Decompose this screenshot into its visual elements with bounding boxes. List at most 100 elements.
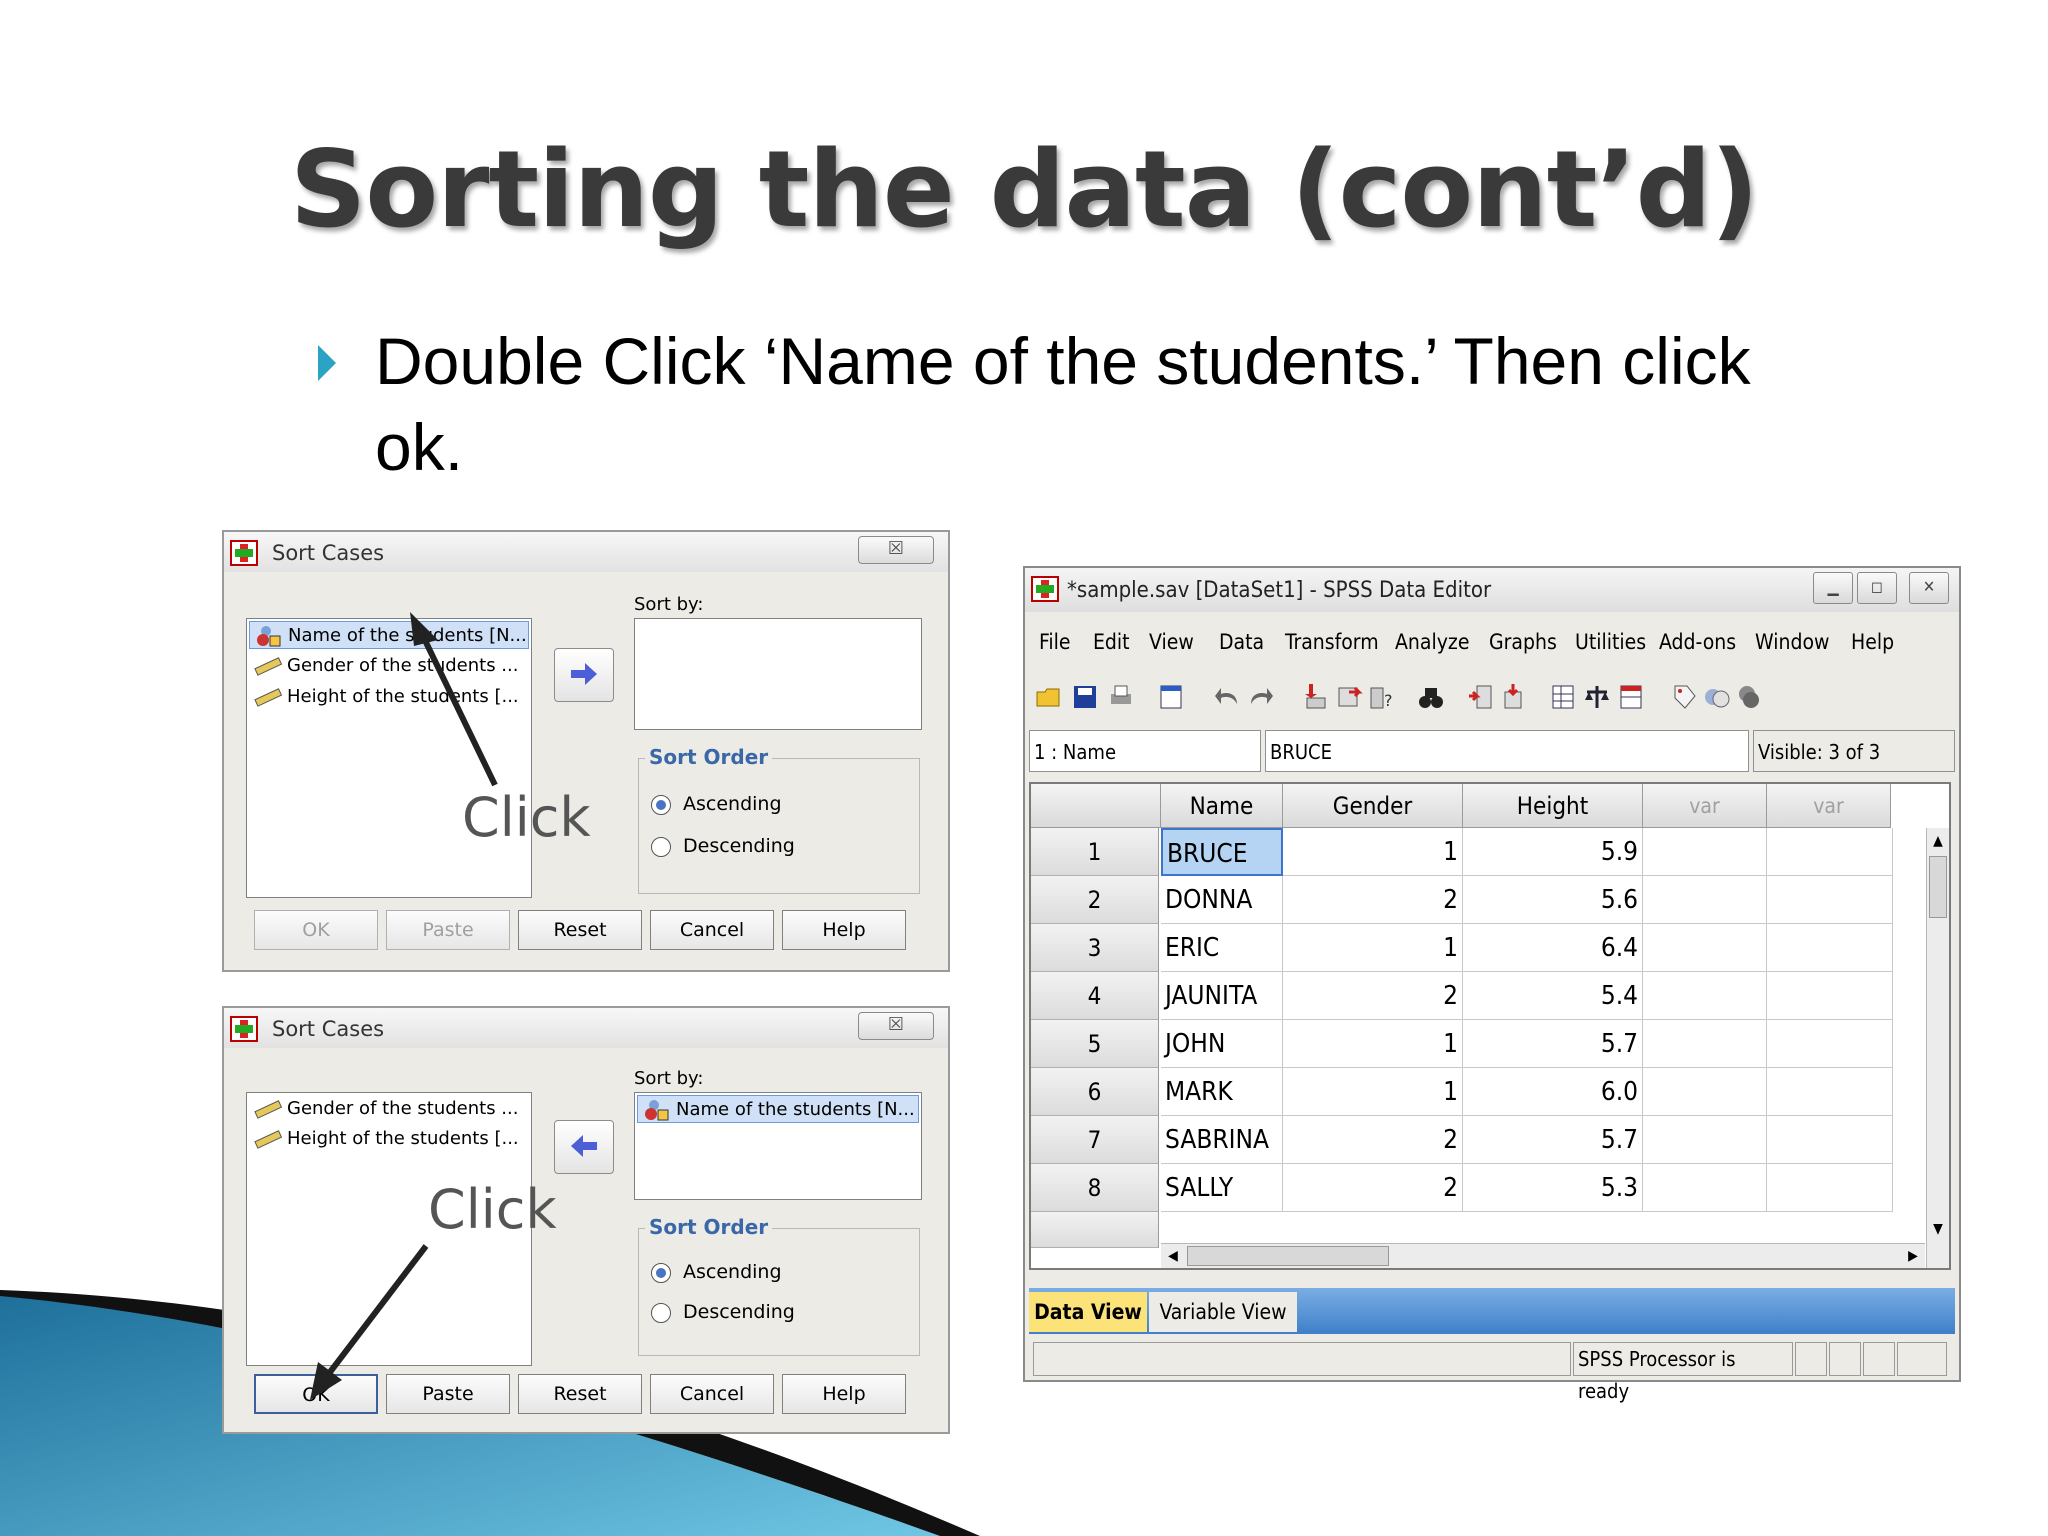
scroll-down-icon[interactable]: ▼	[1927, 1216, 1949, 1242]
tab-data-view[interactable]: Data View	[1029, 1292, 1147, 1332]
help-button[interactable]: Help	[782, 1374, 906, 1414]
minimize-button[interactable]: ▁	[1813, 572, 1853, 604]
vertical-scrollbar[interactable]: ▲ ▼	[1926, 828, 1949, 1268]
scroll-thumb[interactable]	[1929, 856, 1947, 918]
scroll-thumb[interactable]	[1187, 1246, 1389, 1266]
select-cases-icon[interactable]	[1617, 682, 1645, 712]
menu-file[interactable]: File	[1039, 630, 1070, 654]
close-button[interactable]: ☒	[858, 536, 934, 564]
table-cell-empty[interactable]	[1643, 876, 1767, 924]
table-cell-name[interactable]: ERIC	[1161, 924, 1283, 972]
table-cell-empty[interactable]	[1643, 1068, 1767, 1116]
table-cell-empty[interactable]	[1767, 1068, 1893, 1116]
redo-icon[interactable]	[1247, 682, 1275, 712]
ok-button[interactable]: OK	[254, 910, 378, 950]
table-cell-height[interactable]: 5.6	[1463, 876, 1643, 924]
table-cell-empty[interactable]	[1767, 828, 1893, 876]
paste-button[interactable]: Paste	[386, 910, 510, 950]
use-sets-icon[interactable]	[1703, 682, 1731, 712]
row-number[interactable]: 6	[1031, 1068, 1159, 1116]
table-cell-empty[interactable]	[1767, 972, 1893, 1020]
menu-transform[interactable]: Transform	[1285, 630, 1379, 654]
horizontal-scrollbar[interactable]: ◀ ▶	[1161, 1243, 1925, 1268]
table-cell-empty[interactable]	[1643, 1164, 1767, 1212]
menu-window[interactable]: Window	[1755, 630, 1829, 654]
row-number[interactable]: 3	[1031, 924, 1159, 972]
descending-radio[interactable]	[651, 837, 671, 857]
table-cell-empty[interactable]	[1767, 876, 1893, 924]
move-right-button[interactable]	[554, 648, 614, 702]
table-cell-gender[interactable]: 2	[1283, 972, 1463, 1020]
table-cell-height[interactable]: 5.7	[1463, 1020, 1643, 1068]
print-icon[interactable]	[1107, 682, 1135, 712]
cancel-button[interactable]: Cancel	[650, 1374, 774, 1414]
menu-graphs[interactable]: Graphs	[1489, 630, 1557, 654]
scroll-up-icon[interactable]: ▲	[1927, 828, 1949, 854]
menu-edit[interactable]: Edit	[1093, 630, 1130, 654]
help-button[interactable]: Help	[782, 910, 906, 950]
row-number[interactable]	[1031, 1212, 1159, 1248]
close-button[interactable]: ☒	[858, 1012, 934, 1040]
table-cell-name[interactable]: SALLY	[1161, 1164, 1283, 1212]
row-number[interactable]: 5	[1031, 1020, 1159, 1068]
table-cell-name[interactable]: BRUCE	[1161, 828, 1283, 876]
table-cell-gender[interactable]: 2	[1283, 1164, 1463, 1212]
show-all-variables-icon[interactable]	[1735, 682, 1763, 712]
sort-by-item-name[interactable]: Name of the students [N...	[637, 1095, 919, 1123]
menu-data[interactable]: Data	[1219, 630, 1264, 654]
data-grid[interactable]: Name Gender Height var var 1 BRUCE 1 5.9…	[1029, 782, 1951, 1270]
table-cell-name[interactable]: JOHN	[1161, 1020, 1283, 1068]
table-cell-empty[interactable]	[1643, 1116, 1767, 1164]
goto-case-icon[interactable]	[1301, 682, 1329, 712]
column-header-var-1[interactable]: var	[1643, 784, 1767, 828]
table-cell-gender[interactable]: 2	[1283, 876, 1463, 924]
goto-variable-icon[interactable]	[1335, 682, 1363, 712]
table-cell-name[interactable]: MARK	[1161, 1068, 1283, 1116]
insert-variable-icon[interactable]	[1499, 682, 1527, 712]
table-cell-gender[interactable]: 1	[1283, 1020, 1463, 1068]
open-icon[interactable]	[1035, 682, 1063, 712]
row-number[interactable]: 4	[1031, 972, 1159, 1020]
weight-cases-icon[interactable]	[1583, 682, 1611, 712]
tab-variable-view[interactable]: Variable View	[1149, 1292, 1297, 1332]
table-cell-empty[interactable]	[1767, 1116, 1893, 1164]
cancel-button[interactable]: Cancel	[650, 910, 774, 950]
column-header-var-2[interactable]: var	[1767, 784, 1891, 828]
row-number[interactable]: 8	[1031, 1164, 1159, 1212]
table-cell-name[interactable]: DONNA	[1161, 876, 1283, 924]
table-cell-name[interactable]: JAUNITA	[1161, 972, 1283, 1020]
menu-analyze[interactable]: Analyze	[1395, 630, 1469, 654]
row-number[interactable]: 1	[1031, 828, 1159, 876]
maximize-button[interactable]: ◻	[1857, 572, 1897, 604]
split-file-icon[interactable]	[1549, 682, 1577, 712]
table-cell-height[interactable]: 5.3	[1463, 1164, 1643, 1212]
table-cell-empty[interactable]	[1643, 924, 1767, 972]
dialog-recall-icon[interactable]	[1157, 682, 1185, 712]
column-header-name[interactable]: Name	[1161, 784, 1283, 828]
menu-addons[interactable]: Add-ons	[1659, 630, 1736, 654]
table-cell-gender[interactable]: 1	[1283, 828, 1463, 876]
list-item-height-variable[interactable]: Height of the students [...	[249, 1125, 529, 1153]
reset-button[interactable]: Reset	[518, 910, 642, 950]
sort-by-list[interactable]	[634, 618, 922, 730]
column-header-gender[interactable]: Gender	[1283, 784, 1463, 828]
table-cell-gender[interactable]: 2	[1283, 1116, 1463, 1164]
find-icon[interactable]	[1417, 682, 1445, 712]
save-icon[interactable]	[1071, 682, 1099, 712]
table-cell-name[interactable]: SABRINA	[1161, 1116, 1283, 1164]
sort-by-list[interactable]: Name of the students [N...	[634, 1092, 922, 1200]
menu-help[interactable]: Help	[1851, 630, 1894, 654]
table-cell-gender[interactable]: 1	[1283, 924, 1463, 972]
insert-cases-icon[interactable]	[1467, 682, 1495, 712]
menu-view[interactable]: View	[1149, 630, 1194, 654]
table-cell-height[interactable]: 6.0	[1463, 1068, 1643, 1116]
table-cell-height[interactable]: 5.9	[1463, 828, 1643, 876]
table-cell-gender[interactable]: 1	[1283, 1068, 1463, 1116]
descending-radio[interactable]	[651, 1303, 671, 1323]
table-cell-empty[interactable]	[1767, 1164, 1893, 1212]
scroll-left-icon[interactable]: ◀	[1161, 1244, 1185, 1268]
ascending-radio[interactable]	[651, 795, 671, 815]
cell-value-input[interactable]: BRUCE	[1265, 730, 1749, 772]
menu-utilities[interactable]: Utilities	[1575, 630, 1646, 654]
undo-icon[interactable]	[1213, 682, 1241, 712]
